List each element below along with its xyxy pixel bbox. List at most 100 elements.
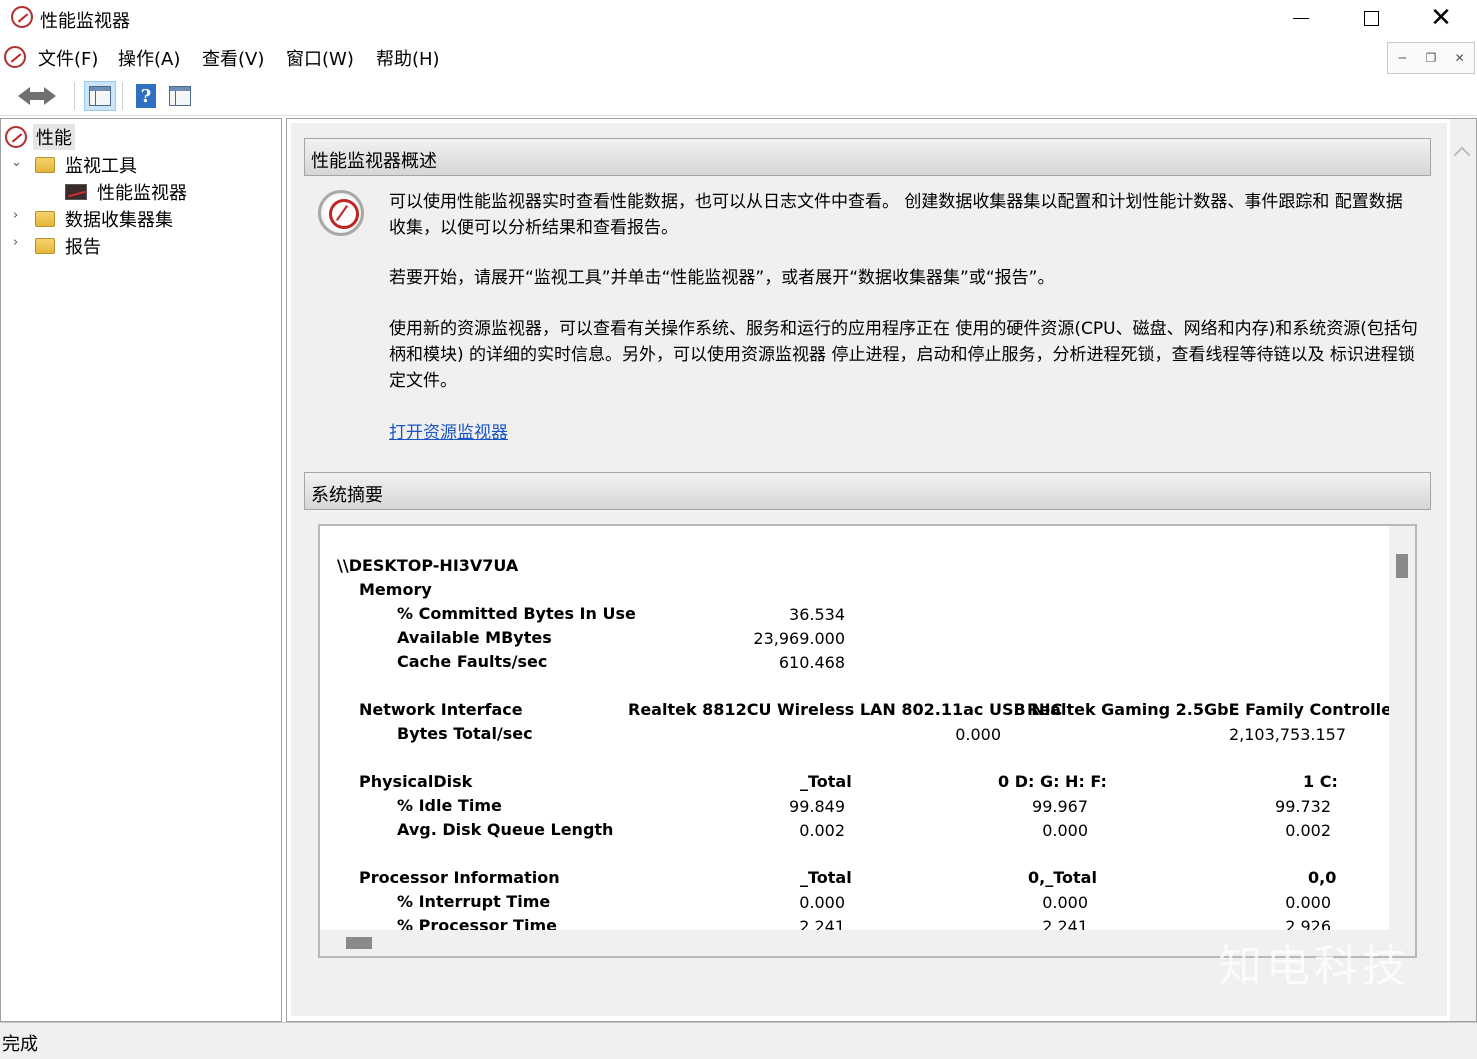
instance-header: Realtek 8812CU Wireless LAN 802.11ac USB…: [628, 700, 1063, 719]
tree-item-label: 监视工具: [65, 156, 137, 177]
watermark: 知电科技: [1218, 941, 1410, 992]
minimize-button[interactable]: [1266, 0, 1336, 36]
counter-value: 99.967: [1032, 797, 1088, 816]
mdi-controls: ─ ❐ ✕: [1387, 42, 1475, 74]
instance-header: 0 D: G: H: F:: [998, 772, 1107, 791]
summary-vertical-scrollbar[interactable]: [1389, 526, 1415, 932]
mdi-minimize-button[interactable]: ─: [1388, 43, 1417, 73]
reports-folder-icon: [35, 238, 55, 254]
system-summary-heading: 系统摘要: [311, 485, 383, 506]
instance-header: 0,0: [1308, 868, 1337, 887]
menu-action[interactable]: 操作(A): [118, 45, 180, 71]
toolbar-separator: [74, 82, 75, 110]
counter-value: 0.000: [1042, 821, 1088, 840]
status-text: 完成: [2, 1034, 38, 1055]
object-network-interface: Network Interface: [359, 700, 523, 719]
help-icon: ?: [136, 84, 156, 108]
system-summary-report: \\DESKTOP-HI3V7UA Memory % Committed Byt…: [318, 524, 1417, 958]
counter-value: 2,103,753.157: [1228, 725, 1346, 744]
performance-icon: [5, 126, 27, 148]
overview-header[interactable]: 性能监视器概述: [304, 138, 1431, 176]
counter-name: Cache Faults/sec: [397, 652, 548, 671]
counter-value: 36.534: [789, 605, 845, 624]
counter-value: 23,969.000: [753, 629, 845, 648]
tree-item-reports[interactable]: 报告: [35, 232, 101, 260]
chevron-down-icon[interactable]: ⌄: [11, 155, 22, 170]
overview-paragraph-3: 使用新的资源监视器，可以查看有关操作系统、服务和运行的应用程序正在 使用的硬件资…: [389, 319, 1418, 391]
minimize-icon: [1293, 17, 1309, 19]
counter-value: 99.732: [1275, 797, 1331, 816]
counter-name: % Committed Bytes In Use: [397, 604, 636, 623]
counter-value: 610.468: [778, 653, 845, 672]
back-button[interactable]: [4, 81, 40, 111]
toolbar-separator: [122, 82, 123, 110]
counter-value: 99.849: [789, 797, 845, 816]
instance-header: _Total: [800, 772, 852, 791]
close-button[interactable]: ✕: [1406, 0, 1476, 36]
maximize-button[interactable]: [1336, 0, 1406, 36]
counter-value: 0.000: [955, 725, 1001, 744]
system-menu-icon[interactable]: [4, 46, 26, 68]
mdi-close-button[interactable]: ✕: [1445, 43, 1474, 73]
help-button[interactable]: ?: [130, 81, 162, 111]
object-physical-disk: PhysicalDisk: [359, 772, 473, 791]
forward-button[interactable]: [34, 81, 70, 111]
mdi-restore-button[interactable]: ❐: [1417, 43, 1446, 73]
tree-item-label: 性能监视器: [97, 183, 187, 204]
tree-item-label: 报告: [65, 237, 101, 258]
counter-value: 0.002: [1285, 821, 1331, 840]
performance-chart-icon: [65, 184, 87, 200]
menu-file[interactable]: 文件(F): [38, 45, 98, 71]
data-collector-folder-icon: [35, 211, 55, 227]
tree-item-performance-monitor[interactable]: 性能监视器: [65, 178, 187, 206]
object-memory: Memory: [359, 580, 432, 599]
chevron-right-icon[interactable]: ›: [13, 235, 18, 250]
action-pane-icon: [169, 86, 191, 106]
counter-value: 0.000: [799, 893, 845, 912]
counter-value: 0.000: [1285, 893, 1331, 912]
tree-item-data-collector-sets[interactable]: 数据收集器集: [35, 205, 173, 233]
counter-name: Avg. Disk Queue Length: [397, 820, 614, 839]
object-processor-information: Processor Information: [359, 868, 560, 887]
tree-item-label: 数据收集器集: [65, 210, 173, 231]
counter-name: Available MBytes: [397, 628, 552, 647]
menu-window[interactable]: 窗口(W): [286, 45, 354, 71]
counter-name: % Idle Time: [397, 796, 502, 815]
chevron-right-icon[interactable]: ›: [13, 208, 18, 223]
counter-value: 0.000: [1042, 893, 1088, 912]
overview-paragraph-2: 若要开始，请展开“监视工具”并单击“性能监视器”，或者展开“数据收集器集”或“报…: [389, 268, 1055, 288]
show-hide-tree-button[interactable]: [84, 81, 116, 111]
computer-name: \\DESKTOP-HI3V7UA: [337, 556, 519, 575]
scrollbar-thumb[interactable]: [1396, 554, 1408, 578]
console-tree-icon: [89, 86, 111, 106]
status-bar: 完成: [0, 1022, 1477, 1059]
window-title: 性能监视器: [40, 11, 130, 32]
scroll-up-icon[interactable]: [1453, 146, 1471, 164]
toolbar: ?: [0, 76, 1477, 116]
tree-item-label: 性能: [33, 124, 75, 150]
instance-header: _Total: [800, 868, 852, 887]
counter-name: % Interrupt Time: [397, 892, 551, 911]
back-arrow-icon: [18, 87, 40, 105]
instance-header: 1 C:: [1303, 772, 1338, 791]
overview-paragraph-1: 可以使用性能监视器实时查看性能数据，也可以从日志文件中查看。 创建数据收集器集以…: [389, 192, 1403, 238]
menu-bar: 文件(F) 操作(A) 查看(V) 窗口(W) 帮助(H): [0, 38, 1477, 76]
overview-heading: 性能监视器概述: [311, 151, 437, 172]
performance-monitor-icon: [11, 6, 33, 28]
title-bar: 性能监视器 ✕: [0, 0, 1477, 38]
performance-monitor-large-icon: [318, 190, 364, 236]
open-resource-monitor-link[interactable]: 打开资源监视器: [389, 418, 508, 443]
menu-help[interactable]: 帮助(H): [376, 45, 440, 71]
tree-item-performance[interactable]: 性能: [5, 123, 79, 151]
scrollbar-thumb[interactable]: [346, 937, 372, 949]
instance-header: Realtek Gaming 2.5GbE Family Controller: [1027, 700, 1400, 719]
action-pane-button[interactable]: [164, 81, 196, 111]
system-summary-header[interactable]: 系统摘要: [304, 472, 1431, 510]
maximize-icon: [1363, 10, 1379, 26]
vertical-scrollbar[interactable]: [1450, 119, 1476, 1021]
counter-value: 0.002: [799, 821, 845, 840]
forward-arrow-icon: [34, 87, 56, 105]
instance-header: 0,_Total: [1028, 868, 1097, 887]
menu-view[interactable]: 查看(V): [202, 45, 264, 71]
tree-item-monitoring-tools[interactable]: 监视工具: [35, 151, 137, 179]
